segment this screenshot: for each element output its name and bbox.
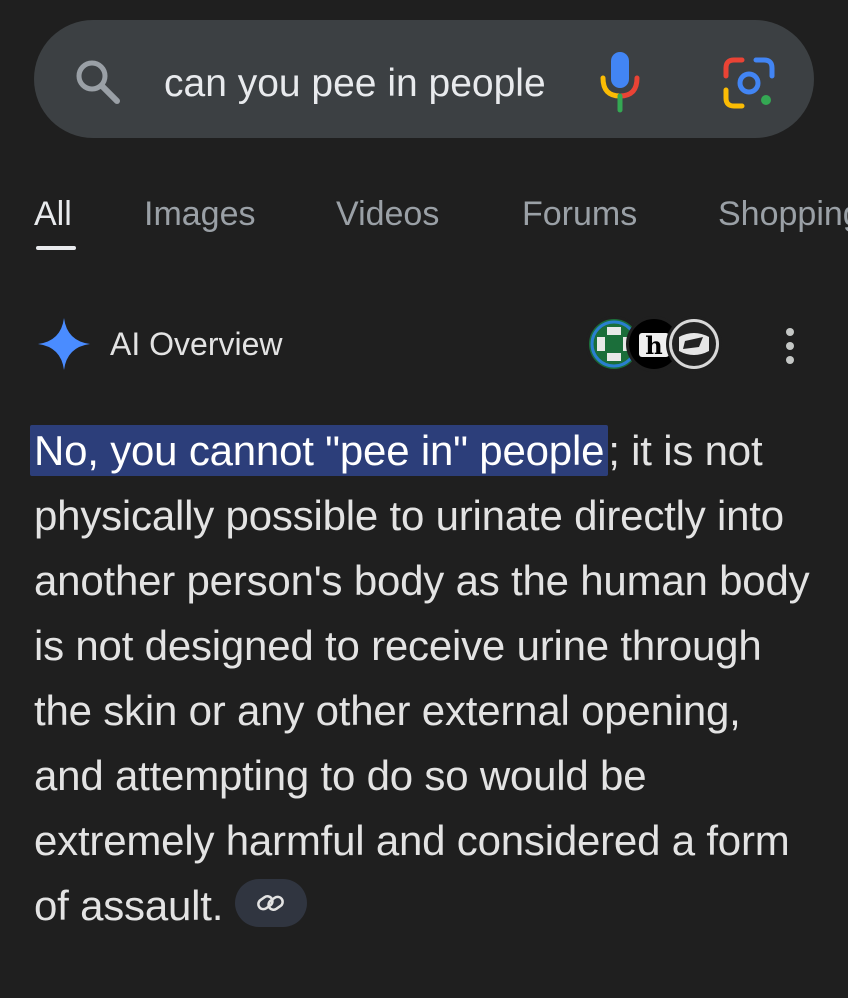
search-icon[interactable] bbox=[72, 56, 124, 108]
highlighted-answer: No, you cannot "pee in" people bbox=[30, 425, 609, 476]
link-icon bbox=[257, 894, 285, 911]
sparkle-icon bbox=[38, 318, 90, 370]
source-avatar-3[interactable] bbox=[666, 316, 722, 372]
source-link-button[interactable] bbox=[235, 878, 308, 927]
more-vertical-icon[interactable] bbox=[774, 324, 806, 368]
ai-overview-title: AI Overview bbox=[110, 326, 283, 362]
search-input[interactable]: can you pee in people bbox=[164, 54, 560, 114]
tab-forums[interactable]: Forums bbox=[522, 192, 637, 236]
answer-body: ; it is not physically possible to urina… bbox=[34, 427, 810, 929]
microphone-icon[interactable] bbox=[594, 50, 646, 114]
google-lens-icon[interactable] bbox=[720, 54, 778, 112]
search-results-page: can you pee in people All Images Videos … bbox=[0, 0, 848, 998]
tab-videos[interactable]: Videos bbox=[336, 192, 439, 236]
active-tab-indicator bbox=[36, 246, 76, 250]
ai-overview-header: AI Overview h bbox=[0, 310, 848, 380]
tab-all[interactable]: All bbox=[34, 192, 72, 236]
source-avatars[interactable]: h bbox=[586, 316, 726, 376]
ai-overview-text: No, you cannot "pee in" people; it is no… bbox=[30, 418, 814, 938]
svg-text:h: h bbox=[645, 331, 662, 360]
tab-images[interactable]: Images bbox=[144, 192, 256, 236]
tab-shopping[interactable]: Shopping bbox=[718, 192, 848, 236]
search-tabs: All Images Videos Forums Shopping bbox=[0, 180, 848, 250]
